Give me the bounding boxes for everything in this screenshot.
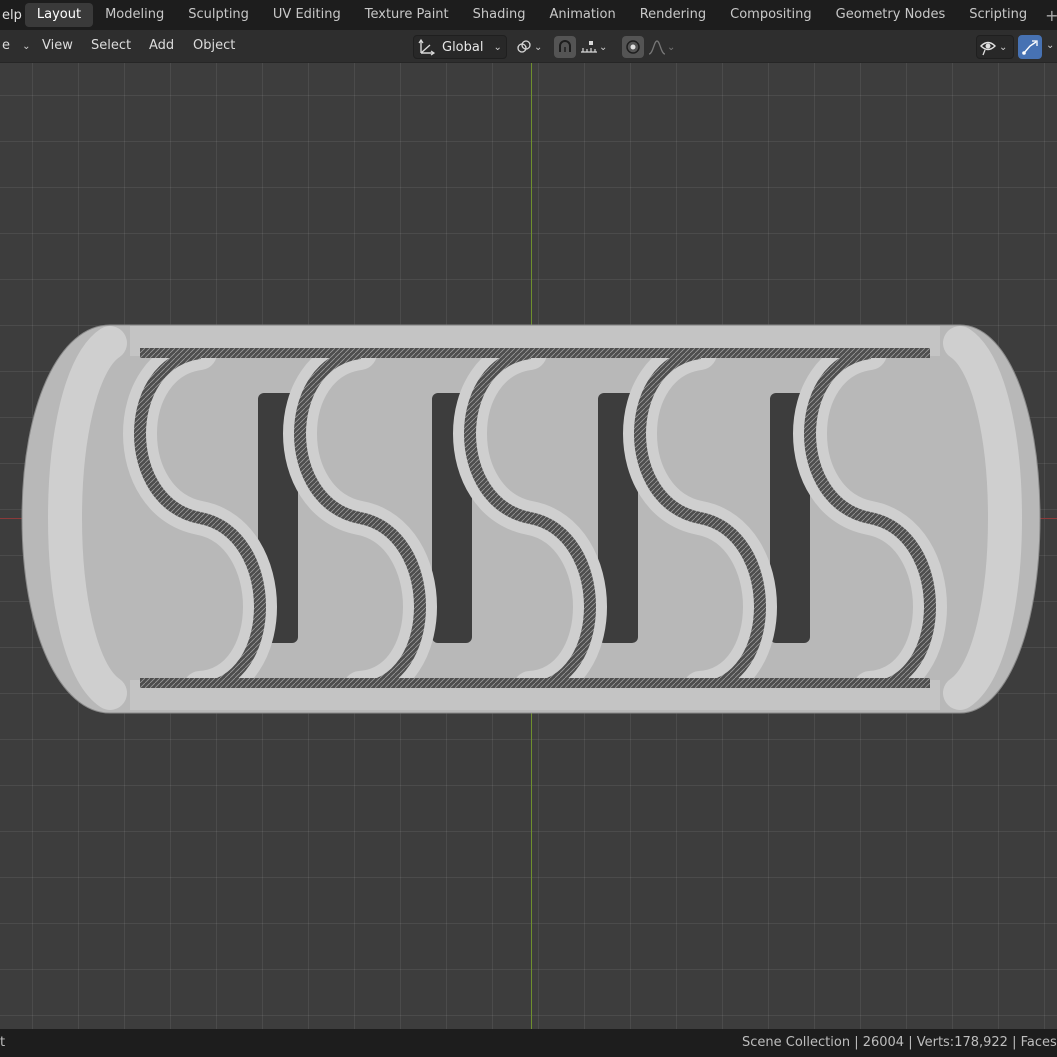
view-menu[interactable]: View <box>42 30 73 62</box>
pivot-icon <box>517 40 531 53</box>
tab-texture-paint[interactable]: Texture Paint <box>353 3 461 27</box>
plus-icon[interactable]: + <box>1039 6 1057 25</box>
viewport-header: e ⌄ View Select Add Object Global ⌄ ⌄ ⌄ … <box>0 30 1057 63</box>
tab-uv-editing[interactable]: UV Editing <box>261 3 353 27</box>
knot-mesh-object[interactable] <box>0 63 1057 1029</box>
snap-increment-icon <box>581 41 597 53</box>
falloff-icon <box>648 40 666 55</box>
visibility-icon <box>980 41 996 56</box>
workspace-tabs-bar: elp Layout Modeling Sculpting UV Editing… <box>0 0 1057 30</box>
snap-icon <box>559 40 571 52</box>
falloff-dropdown[interactable]: ⌄ <box>647 38 675 56</box>
pivot-point-dropdown[interactable]: ⌄ <box>513 35 549 59</box>
tab-modeling[interactable]: Modeling <box>93 3 176 27</box>
transform-orientation-dropdown[interactable]: Global ⌄ <box>413 35 507 59</box>
mode-selector[interactable]: e ⌄ <box>2 30 31 62</box>
chevron-down-icon[interactable]: ⌄ <box>1046 40 1054 51</box>
status-bar: t Scene Collection | 26004 | Verts:178,9… <box>0 1029 1057 1057</box>
object-menu[interactable]: Object <box>193 30 235 62</box>
snap-toggle[interactable] <box>554 36 576 58</box>
select-menu[interactable]: Select <box>91 30 131 62</box>
tab-sculpting[interactable]: Sculpting <box>176 3 261 27</box>
chevron-down-icon: ⌄ <box>534 41 543 53</box>
proportional-edit-icon <box>626 40 640 54</box>
snap-target-dropdown[interactable]: ⌄ <box>579 38 607 56</box>
scene-statistics: Scene Collection | 26004 | Verts:178,922… <box>742 1035 1057 1050</box>
snap-controls: ⌄ <box>553 35 617 59</box>
3d-viewport[interactable] <box>0 63 1057 1029</box>
help-menu[interactable]: elp <box>0 8 22 23</box>
proportional-editing-controls: ⌄ <box>621 35 683 59</box>
chevron-down-icon: ⌄ <box>599 41 608 53</box>
mode-label: e <box>2 38 10 53</box>
chevron-down-icon: ⌄ <box>667 41 676 53</box>
tab-rendering[interactable]: Rendering <box>628 3 718 27</box>
tab-layout[interactable]: Layout <box>24 3 94 27</box>
chevron-down-icon: ⌄ <box>22 41 31 52</box>
add-menu[interactable]: Add <box>149 30 174 62</box>
tab-geometry-nodes[interactable]: Geometry Nodes <box>824 3 958 27</box>
status-left-text: t <box>0 1035 6 1050</box>
tab-shading[interactable]: Shading <box>461 3 538 27</box>
gizmo-toggle[interactable] <box>1018 35 1042 59</box>
workspace-tabs: Layout Modeling Sculpting UV Editing Tex… <box>24 3 1057 27</box>
tab-animation[interactable]: Animation <box>537 3 627 27</box>
tab-compositing[interactable]: Compositing <box>718 3 824 27</box>
visibility-dropdown[interactable]: ⌄ <box>976 35 1014 59</box>
gizmo-icon <box>1022 40 1038 55</box>
proportional-edit-toggle[interactable] <box>622 36 644 58</box>
chevron-down-icon: ⌄ <box>999 41 1008 53</box>
tab-scripting[interactable]: Scripting <box>957 3 1039 27</box>
chevron-down-icon: ⌄ <box>493 41 502 53</box>
transform-orientation-icon <box>418 38 436 56</box>
orientation-label: Global <box>442 39 484 55</box>
